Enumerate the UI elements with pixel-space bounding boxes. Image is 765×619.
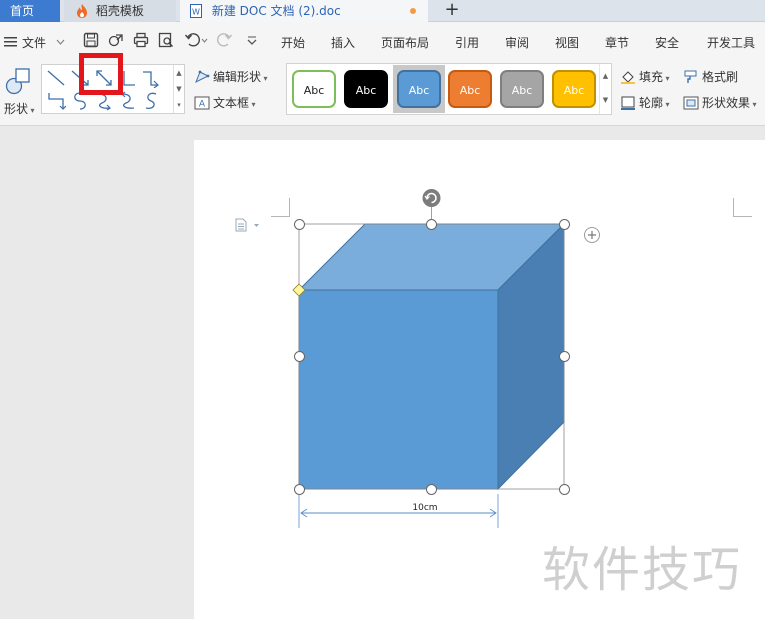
resize-handle-top[interactable] (426, 219, 437, 230)
cube-drawing (292, 189, 600, 528)
add-element-button[interactable] (584, 227, 600, 243)
resize-handle-bottom-right[interactable] (559, 484, 570, 495)
watermark: 软件技巧 (542, 542, 743, 598)
resize-handle-bottom[interactable] (426, 484, 437, 495)
resize-handle-top-right[interactable] (559, 219, 570, 230)
resize-handle-top-left[interactable] (294, 219, 305, 230)
resize-handle-right[interactable] (559, 351, 570, 362)
rotate-handle[interactable] (422, 189, 441, 207)
cube-front-face[interactable] (298, 289, 499, 490)
resize-handle-bottom-left[interactable] (294, 484, 305, 495)
resize-handle-left[interactable] (294, 351, 305, 362)
dimension-label: 10cm (412, 503, 438, 513)
